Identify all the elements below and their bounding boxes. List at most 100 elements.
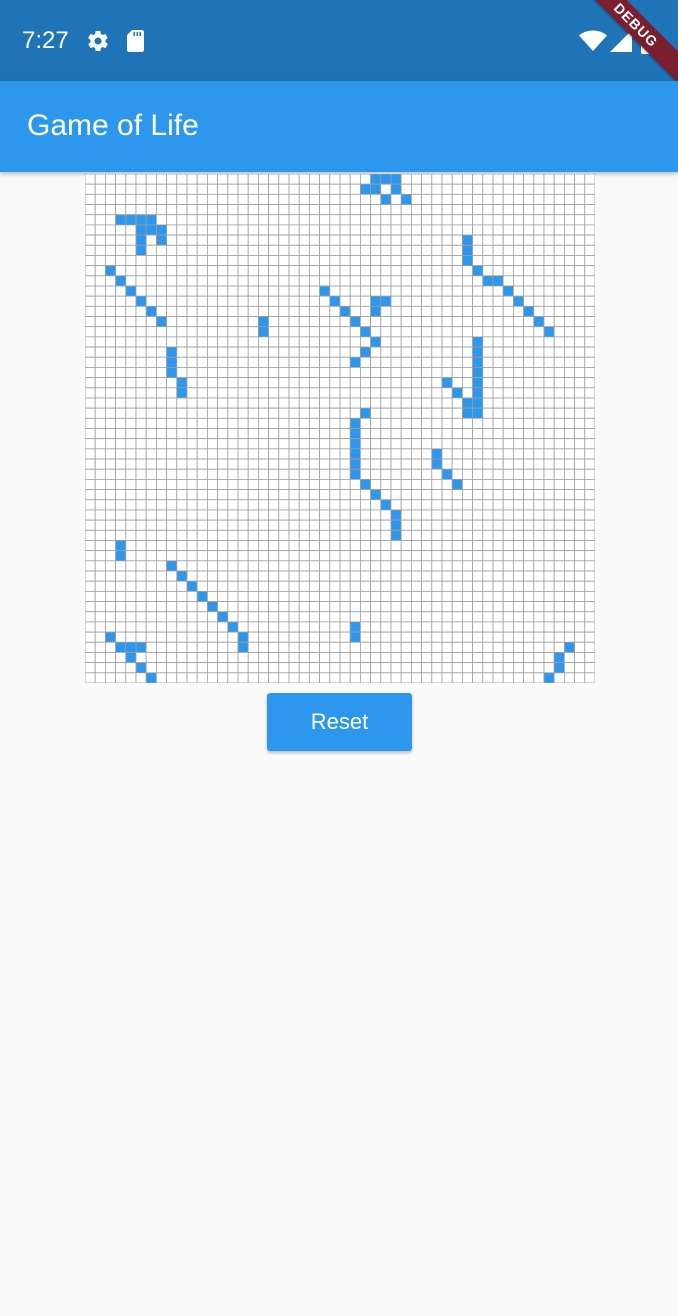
grid-cell[interactable] [574, 448, 586, 460]
grid-cell[interactable] [523, 499, 535, 511]
grid-cell[interactable] [492, 672, 504, 684]
grid-cell[interactable] [84, 265, 96, 277]
grid-cell[interactable] [247, 448, 259, 460]
grid-cell[interactable] [329, 214, 341, 226]
grid-cell[interactable] [115, 590, 127, 602]
grid-cell[interactable] [421, 173, 433, 185]
grid-cell[interactable] [115, 652, 127, 664]
grid-cell[interactable] [502, 428, 514, 440]
grid-cell[interactable] [298, 570, 310, 582]
grid-cell[interactable] [533, 438, 545, 450]
grid-cell[interactable] [186, 611, 198, 623]
grid-cell[interactable] [257, 417, 269, 429]
grid-cell[interactable] [410, 499, 422, 511]
grid-cell[interactable] [370, 397, 382, 409]
grid-cell[interactable] [553, 367, 565, 378]
grid-cell[interactable] [349, 529, 361, 541]
grid-cell[interactable] [574, 336, 586, 348]
grid-cell[interactable] [359, 397, 371, 409]
grid-cell[interactable] [94, 438, 106, 450]
grid-cell[interactable] [94, 652, 106, 664]
grid-cell[interactable] [186, 448, 198, 460]
grid-cell[interactable] [298, 580, 310, 592]
grid-cell[interactable] [166, 377, 178, 389]
grid-cell[interactable] [268, 367, 280, 378]
grid-cell[interactable] [156, 448, 168, 460]
grid-cell[interactable] [431, 417, 443, 429]
grid-cell[interactable] [145, 601, 157, 613]
grid-cell[interactable] [553, 529, 565, 541]
grid-cell[interactable] [523, 570, 535, 582]
grid-cell[interactable] [461, 295, 473, 307]
grid-cell-alive[interactable] [135, 641, 147, 653]
grid-cell-alive[interactable] [523, 305, 535, 317]
grid-cell[interactable] [268, 377, 280, 389]
grid-cell[interactable] [574, 428, 586, 440]
grid-cell[interactable] [553, 417, 565, 429]
grid-cell[interactable] [308, 305, 320, 317]
grid-cell[interactable] [227, 326, 239, 338]
grid-cell[interactable] [166, 407, 178, 419]
grid-cell[interactable] [145, 519, 157, 531]
grid-cell[interactable] [237, 265, 249, 277]
grid-cell[interactable] [186, 193, 198, 205]
grid-cell[interactable] [257, 509, 269, 521]
grid-cell[interactable] [451, 326, 463, 338]
grid-cell[interactable] [166, 590, 178, 602]
grid-cell[interactable] [380, 662, 392, 674]
grid-cell[interactable] [574, 611, 586, 623]
grid-cell[interactable] [268, 428, 280, 440]
grid-cell[interactable] [523, 458, 535, 470]
grid-cell-alive[interactable] [390, 509, 402, 521]
grid-cell[interactable] [370, 478, 382, 490]
grid-cell[interactable] [166, 183, 178, 195]
grid-cell[interactable] [298, 214, 310, 226]
grid-cell[interactable] [461, 305, 473, 317]
grid-cell[interactable] [523, 540, 535, 552]
grid-cell[interactable] [502, 662, 514, 674]
grid-cell[interactable] [247, 397, 259, 409]
grid-cell-alive[interactable] [451, 478, 463, 490]
grid-cell[interactable] [237, 550, 249, 562]
grid-cell[interactable] [104, 499, 116, 511]
grid-cell[interactable] [288, 183, 300, 195]
grid-cell[interactable] [482, 621, 494, 633]
grid-cell[interactable] [247, 224, 259, 236]
grid-cell[interactable] [482, 183, 494, 195]
grid-cell[interactable] [319, 438, 331, 450]
grid-cell[interactable] [237, 346, 249, 358]
grid-cell[interactable] [115, 509, 127, 521]
grid-cell[interactable] [176, 499, 188, 511]
grid-cell[interactable] [176, 275, 188, 287]
grid-cell[interactable] [125, 336, 137, 348]
grid-cell-alive[interactable] [237, 641, 249, 653]
grid-cell[interactable] [339, 590, 351, 602]
grid-cell[interactable] [207, 560, 219, 572]
grid-cell[interactable] [339, 601, 351, 613]
grid-cell[interactable] [257, 305, 269, 317]
grid-cell[interactable] [359, 316, 371, 328]
grid-cell[interactable] [512, 458, 524, 470]
grid-cell[interactable] [298, 550, 310, 562]
grid-cell[interactable] [533, 173, 545, 185]
grid-cell[interactable] [298, 672, 310, 684]
grid-cell[interactable] [553, 499, 565, 511]
grid-cell[interactable] [115, 631, 127, 643]
grid-cell[interactable] [512, 387, 524, 399]
grid-cell[interactable] [482, 641, 494, 653]
grid-cell[interactable] [278, 417, 290, 429]
grid-cell[interactable] [512, 193, 524, 205]
grid-cell[interactable] [104, 590, 116, 602]
grid-cell[interactable] [319, 275, 331, 287]
grid-cell[interactable] [380, 489, 392, 501]
grid-cell[interactable] [308, 560, 320, 572]
grid-cell[interactable] [523, 448, 535, 460]
grid-cell[interactable] [492, 173, 504, 185]
grid-cell[interactable] [237, 387, 249, 399]
grid-cell[interactable] [308, 244, 320, 256]
grid-cell[interactable] [257, 499, 269, 511]
grid-cell[interactable] [461, 570, 473, 582]
grid-cell[interactable] [574, 356, 586, 368]
grid-cell[interactable] [400, 295, 412, 307]
grid-cell[interactable] [502, 448, 514, 460]
